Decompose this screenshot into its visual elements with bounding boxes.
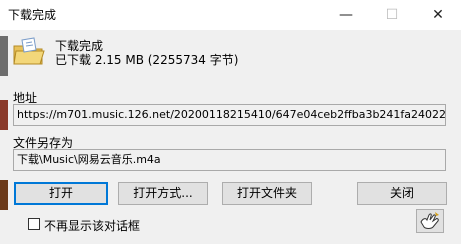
window-title: 下载完成 xyxy=(8,8,57,22)
dont-show-label: 不再显示该对话框 xyxy=(44,219,141,233)
maximize-button[interactable]: ☐ xyxy=(369,0,415,30)
open-button[interactable]: 打开 xyxy=(14,182,108,205)
close-button[interactable]: 关闭 xyxy=(357,182,447,205)
background-window-strip xyxy=(0,36,8,76)
address-field[interactable]: https://m701.music.126.net/2020011821541… xyxy=(13,104,446,126)
close-window-button[interactable]: ✕ xyxy=(415,0,461,30)
title-bar: 下载完成 — ☐ ✕ xyxy=(0,0,461,30)
download-size-text: 已下载 2.15 MB (2255734 字节) xyxy=(55,53,239,67)
save-as-field[interactable]: 下载\Music\网易云音乐.m4a xyxy=(13,149,446,171)
open-with-button[interactable]: 打开方式... xyxy=(118,182,208,205)
folder-download-icon xyxy=(13,37,45,65)
background-window-strip xyxy=(0,100,8,130)
dont-show-checkbox[interactable] xyxy=(28,218,40,230)
background-window-strip xyxy=(0,180,8,210)
minimize-button[interactable]: — xyxy=(323,0,369,30)
settings-hand-icon xyxy=(420,212,439,229)
open-folder-button[interactable]: 打开文件夹 xyxy=(222,182,312,205)
settings-button[interactable] xyxy=(416,209,444,233)
